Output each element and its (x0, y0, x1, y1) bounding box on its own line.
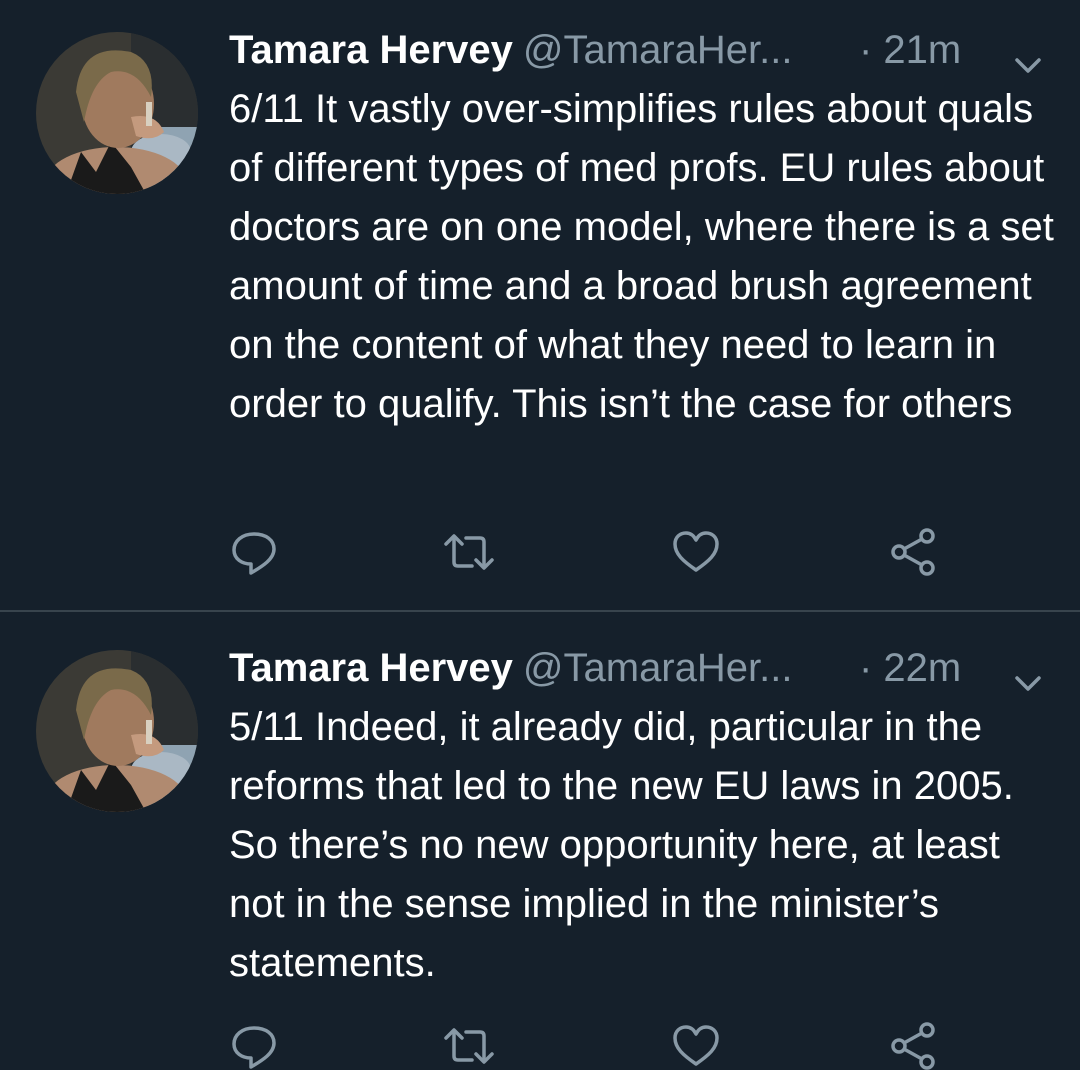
tweet[interactable]: Tamara Hervey @TamaraHer... · 21m 6/11 It… (0, 0, 1080, 610)
share-icon[interactable] (889, 1022, 939, 1070)
tweet-header: Tamara Hervey @TamaraHer... · 22m (229, 643, 1080, 693)
tweet-header: Tamara Hervey @TamaraHer... · 21m (229, 25, 1080, 75)
like-icon[interactable] (671, 1022, 721, 1070)
author-name[interactable]: Tamara Hervey (229, 25, 513, 75)
chevron-down-icon[interactable] (1013, 39, 1043, 73)
tweet-actions (229, 528, 989, 576)
chevron-down-icon[interactable] (1013, 657, 1043, 691)
avatar[interactable] (36, 650, 198, 812)
author-name[interactable]: Tamara Hervey (229, 643, 513, 693)
avatar[interactable] (36, 32, 198, 194)
reply-icon[interactable] (229, 528, 279, 576)
tweet[interactable]: Tamara Hervey @TamaraHer... · 22m 5/11 In… (0, 612, 1080, 1070)
tweet-time[interactable]: · 22m (859, 643, 961, 693)
retweet-icon[interactable] (444, 528, 494, 576)
tweet-text: 5/11 Indeed, it already did, particular … (229, 705, 1014, 985)
tweet-actions (229, 1022, 989, 1070)
retweet-icon[interactable] (444, 1022, 494, 1070)
share-icon[interactable] (889, 528, 939, 576)
like-icon[interactable] (671, 528, 721, 576)
author-handle[interactable]: @TamaraHer... (523, 25, 793, 75)
tweet-time[interactable]: · 21m (859, 25, 961, 75)
tweet-text: 6/11 It vastly over-simplifies rules abo… (229, 87, 1054, 426)
reply-icon[interactable] (229, 1022, 279, 1070)
author-handle[interactable]: @TamaraHer... (523, 643, 793, 693)
